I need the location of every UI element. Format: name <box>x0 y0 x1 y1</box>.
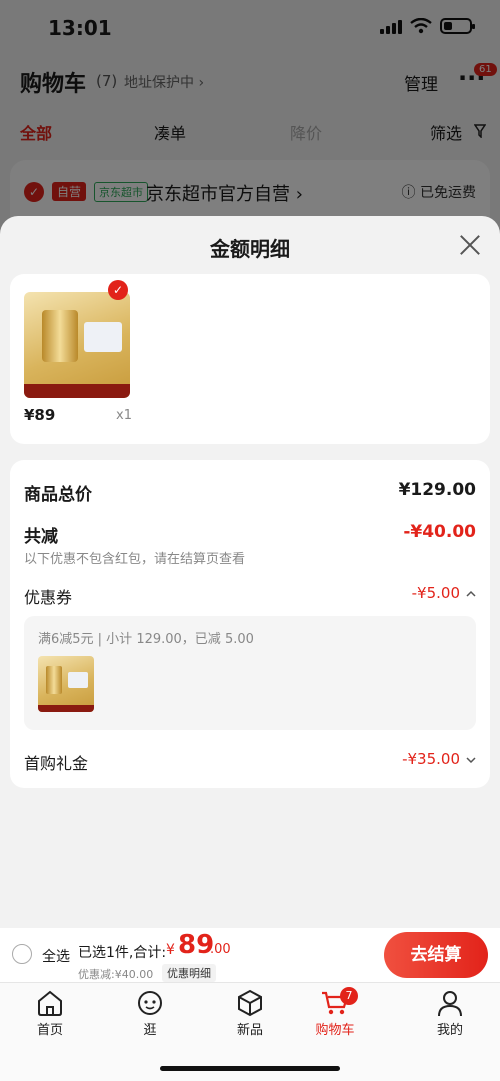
store-check-icon[interactable]: ✓ <box>24 182 44 202</box>
battery-icon <box>440 18 475 34</box>
checkout-button[interactable]: 去结算 <box>384 932 488 978</box>
tab-new[interactable]: 新品 <box>215 989 285 1038</box>
cube-icon <box>238 989 262 1017</box>
reduction-label: 共减 <box>24 527 58 547</box>
coupon-product-image <box>38 656 94 712</box>
amount-breakdown-card: 商品总价 ¥129.00 共减 -¥40.00 以下优惠不包含红包，请在结算页查… <box>10 460 490 788</box>
coupon-row[interactable]: 优惠券 -¥5.00 <box>24 584 476 607</box>
manage-button[interactable]: 管理 <box>404 70 438 95</box>
tab-new-label: 新品 <box>236 1023 263 1038</box>
filter-price-drop[interactable]: 降价 <box>290 120 322 144</box>
coupon-detail-text: 满6减5元 | 小计 129.00，已减 5.00 <box>38 632 254 647</box>
cart-title: 购物车 <box>20 72 87 97</box>
product-card: ✓ ¥89 x1 <box>10 274 490 444</box>
subtotal-label: 商品总价 <box>24 485 92 505</box>
product-quantity: x1 <box>116 408 132 423</box>
first-gift-label: 首购礼金 <box>24 754 89 773</box>
tab-home-label: 首页 <box>36 1023 63 1038</box>
subtotal-row: 商品总价 ¥129.00 <box>24 480 476 505</box>
tab-explore[interactable]: 逛 <box>115 989 185 1038</box>
status-bar: 13:01 <box>0 0 500 56</box>
product-price: ¥89 <box>24 406 56 424</box>
total-decimal: .00 <box>210 942 231 957</box>
discount-summary: 优惠减:¥40.00 <box>78 968 154 981</box>
store-name[interactable]: 京东超市官方自营 › <box>146 180 303 206</box>
close-icon[interactable] <box>456 232 484 260</box>
subtotal-amount: ¥129.00 <box>398 480 476 500</box>
coupon-amount: -¥5.00 <box>411 584 460 602</box>
face-icon <box>138 991 162 1015</box>
reduction-row: 共减 -¥40.00 <box>24 522 476 547</box>
amount-detail-sheet: 金额明细 ✓ ¥89 x1 商品总价 ¥129.00 共减 -¥40.00 以下… <box>0 216 500 928</box>
first-gift-row[interactable]: 首购礼金 -¥35.00 <box>24 750 476 773</box>
coupon-detail-box: 满6减5元 | 小计 129.00，已减 5.00 <box>24 616 476 730</box>
tab-cart-label: 购物车 <box>315 1023 355 1038</box>
cart-count: (7) <box>96 72 118 90</box>
total-currency: ¥ <box>166 942 175 958</box>
chevron-up-icon[interactable] <box>466 590 476 598</box>
product-image[interactable] <box>24 292 130 398</box>
free-shipping-label: ⓘ 已免运费 <box>401 185 476 201</box>
reduction-note: 以下优惠不包含红包，请在结算页查看 <box>24 552 246 567</box>
filter-combine[interactable]: 凑单 <box>154 120 186 144</box>
select-all-label[interactable]: 全选 <box>42 946 70 966</box>
reduction-amount: -¥40.00 <box>403 522 476 542</box>
checkout-bar: 全选 已选1件,合计: ¥ 89 .00 优惠减:¥40.00 优惠明细 去结算 <box>0 928 500 982</box>
tab-mine[interactable]: 我的 <box>415 989 485 1038</box>
tab-cart[interactable]: 7 购物车 <box>300 987 370 1038</box>
discount-detail-link[interactable]: 优惠明细 <box>162 964 216 982</box>
product-check-icon: ✓ <box>108 280 128 300</box>
filter-all[interactable]: 全部 <box>20 120 52 144</box>
first-gift-amount: -¥35.00 <box>402 750 460 768</box>
home-icon <box>38 990 62 1016</box>
status-time: 13:01 <box>48 16 112 40</box>
total-integer: 89 <box>178 930 215 960</box>
self-operated-tag: 自营 <box>52 182 87 201</box>
filter-row: 全部 凑单 降价 筛选 <box>0 118 500 146</box>
coupon-label: 优惠券 <box>24 588 73 607</box>
home-indicator <box>160 1066 340 1071</box>
signal-icon <box>380 18 402 34</box>
sheet-title: 金额明细 <box>210 237 290 261</box>
user-icon <box>438 991 462 1017</box>
tab-home[interactable]: 首页 <box>15 989 85 1038</box>
filter-screen[interactable]: 筛选 <box>430 120 462 144</box>
cart-badge: 7 <box>340 987 358 1005</box>
chevron-down-icon[interactable] <box>466 756 476 764</box>
address-protection[interactable]: 地址保护中 › <box>124 72 204 92</box>
selected-summary: 已选1件,合计: <box>78 945 167 961</box>
select-all-radio[interactable] <box>12 944 32 964</box>
cart-header: 购物车 (7) 地址保护中 › 管理 ··· 61 <box>0 62 500 102</box>
tab-mine-label: 我的 <box>436 1023 463 1038</box>
status-icons <box>380 18 475 34</box>
tab-explore-label: 逛 <box>143 1023 157 1038</box>
message-badge: 61 <box>474 63 497 76</box>
wifi-icon <box>410 18 432 34</box>
supermarket-tag: 京东超市 <box>94 182 148 202</box>
filter-icon[interactable] <box>474 124 486 138</box>
